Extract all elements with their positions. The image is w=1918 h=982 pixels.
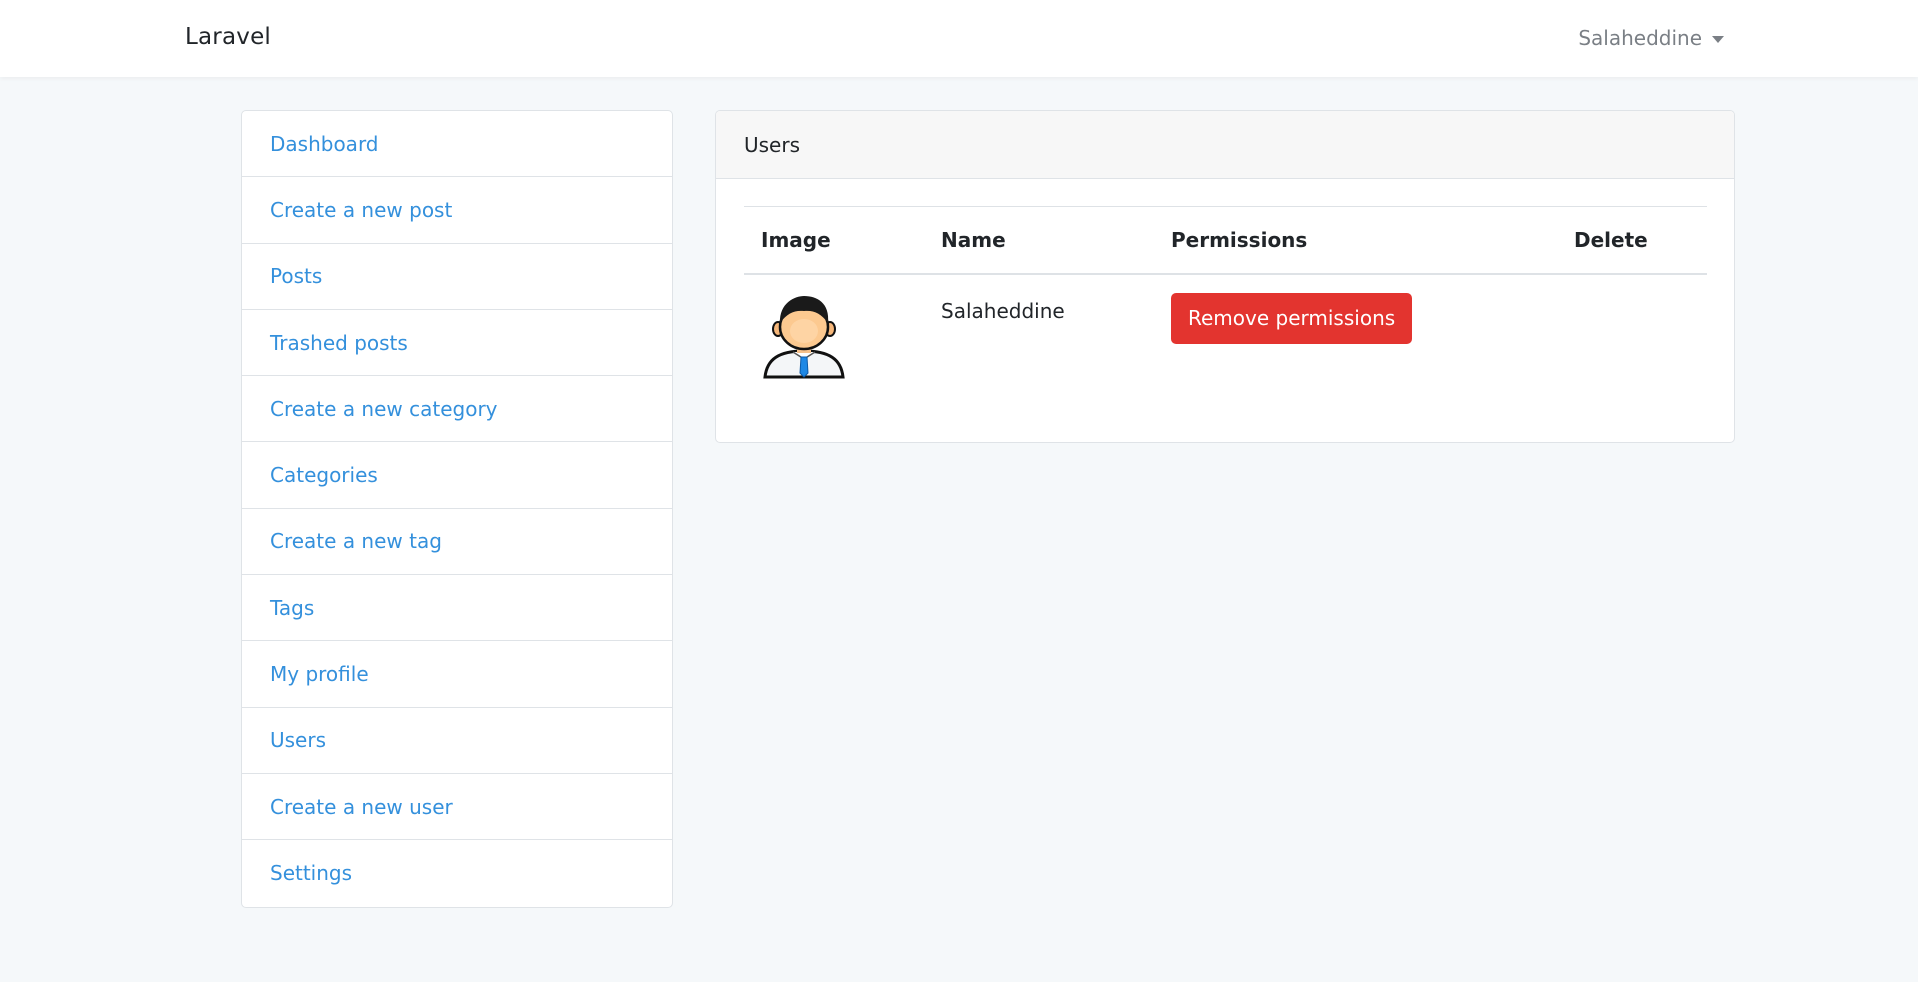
user-image-cell <box>744 274 924 389</box>
sidebar-item-label: Trashed posts <box>270 330 408 355</box>
sidebar-item-users[interactable]: Users <box>242 708 672 774</box>
sidebar-item-label: Create a new tag <box>270 529 442 554</box>
column-header-image: Image <box>744 206 924 275</box>
sidebar-item-label: Create a new category <box>270 396 498 421</box>
sidebar-item-create-user[interactable]: Create a new user <box>242 774 672 841</box>
sidebar-item-label: Create a new user <box>270 794 453 819</box>
user-avatar-icon <box>763 295 845 378</box>
sidebar-item-my-profile[interactable]: My profile <box>242 641 672 708</box>
sidebar-item-settings[interactable]: Settings <box>242 840 672 906</box>
sidebar-item-categories[interactable]: Categories <box>242 442 672 509</box>
remove-permissions-button[interactable]: Remove permissions <box>1171 292 1413 344</box>
sidebar-item-label: Posts <box>270 264 323 289</box>
user-delete-cell <box>1557 274 1707 389</box>
sidebar-item-label: Create a new post <box>270 197 453 222</box>
card-title: Users <box>716 111 1734 179</box>
sidebar-item-dashboard[interactable]: Dashboard <box>242 111 672 178</box>
user-name-cell: Salaheddine <box>941 298 1065 323</box>
sidebar-item-label: My profile <box>270 662 369 687</box>
sidebar-item-trashed-posts[interactable]: Trashed posts <box>242 310 672 377</box>
user-name-label: Salaheddine <box>1578 26 1702 50</box>
table-header-row: Image Name Permissions Delete <box>744 206 1707 275</box>
users-card: Users Image Name Permissions Delete Sala… <box>715 110 1735 443</box>
table-row: Salaheddine Remove permissions <box>744 274 1707 389</box>
column-header-delete: Delete <box>1557 206 1707 275</box>
caret-down-icon <box>1712 35 1724 43</box>
card-body: Image Name Permissions Delete Salaheddin… <box>716 179 1734 389</box>
top-navbar: Laravel Salaheddine <box>0 0 1918 77</box>
sidebar-item-tags[interactable]: Tags <box>242 575 672 642</box>
sidebar-item-label: Dashboard <box>270 131 379 156</box>
sidebar-item-label: Tags <box>270 595 315 620</box>
sidebar-item-label: Users <box>270 728 327 753</box>
column-header-name: Name <box>924 206 1154 275</box>
sidebar-item-label: Settings <box>270 861 353 886</box>
user-permissions-cell: Remove permissions <box>1154 274 1557 389</box>
sidebar-item-create-category[interactable]: Create a new category <box>242 376 672 443</box>
column-header-permissions: Permissions <box>1154 206 1557 275</box>
user-dropdown-toggle[interactable]: Salaheddine <box>1578 26 1724 50</box>
sidebar-item-label: Categories <box>270 463 378 488</box>
sidebar-item-create-post[interactable]: Create a new post <box>242 177 672 244</box>
sidebar-menu: Dashboard Create a new post Posts Trashe… <box>241 110 673 908</box>
sidebar-item-posts[interactable]: Posts <box>242 244 672 310</box>
brand-logo-link[interactable]: Laravel <box>185 24 271 50</box>
users-table: Image Name Permissions Delete Salaheddin… <box>744 206 1707 389</box>
sidebar-item-create-tag[interactable]: Create a new tag <box>242 509 672 576</box>
